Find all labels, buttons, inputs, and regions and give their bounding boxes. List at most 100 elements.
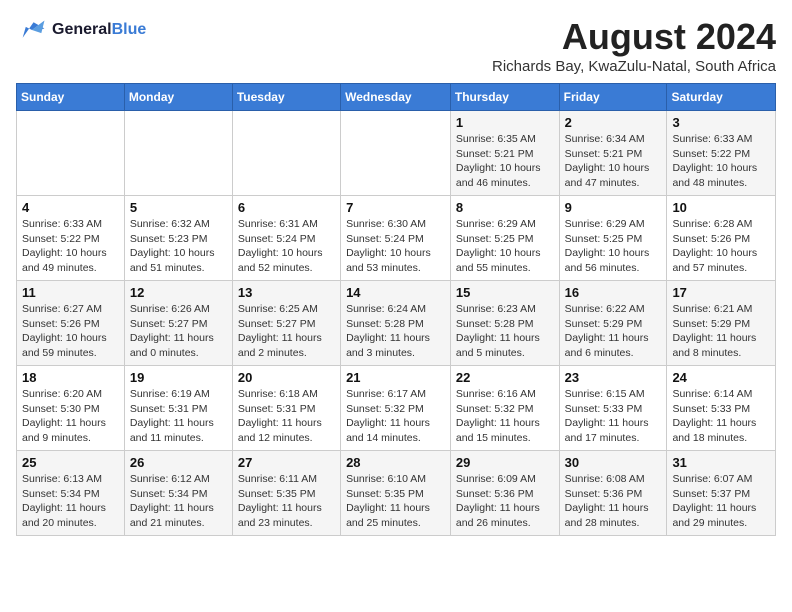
- day-number: 31: [672, 455, 770, 470]
- calendar-cell: 4 Sunrise: 6:33 AM Sunset: 5:22 PM Daylig…: [17, 196, 125, 281]
- header-saturday: Saturday: [667, 84, 776, 111]
- calendar-cell: 5 Sunrise: 6:32 AM Sunset: 5:23 PM Daylig…: [124, 196, 232, 281]
- day-info: Sunrise: 6:29 AM Sunset: 5:25 PM Dayligh…: [456, 217, 554, 276]
- day-number: 18: [22, 370, 119, 385]
- day-info: Sunrise: 6:22 AM Sunset: 5:29 PM Dayligh…: [565, 302, 662, 361]
- calendar-cell: 14 Sunrise: 6:24 AM Sunset: 5:28 PM Dayli…: [341, 281, 451, 366]
- calendar-cell: 8 Sunrise: 6:29 AM Sunset: 5:25 PM Daylig…: [450, 196, 559, 281]
- calendar-header-row: SundayMondayTuesdayWednesdayThursdayFrid…: [17, 84, 776, 111]
- header-monday: Monday: [124, 84, 232, 111]
- calendar-table: SundayMondayTuesdayWednesdayThursdayFrid…: [16, 83, 776, 536]
- calendar-cell: [124, 111, 232, 196]
- calendar-week-2: 11Sunrise: 6:27 AM Sunset: 5:26 PM Dayli…: [17, 281, 776, 366]
- page-header: GeneralBlue August 2024 Richards Bay, Kw…: [16, 16, 776, 75]
- calendar-cell: 30 Sunrise: 6:08 AM Sunset: 5:36 PM Dayli…: [559, 451, 667, 536]
- calendar-cell: 9Sunrise: 6:29 AM Sunset: 5:25 PM Daylig…: [559, 196, 667, 281]
- day-number: 26: [130, 455, 227, 470]
- day-number: 13: [238, 285, 335, 300]
- day-info: Sunrise: 6:35 AM Sunset: 5:21 PM Dayligh…: [456, 132, 554, 191]
- day-number: 11: [22, 285, 119, 300]
- day-number: 27: [238, 455, 335, 470]
- calendar-cell: 13 Sunrise: 6:25 AM Sunset: 5:27 PM Dayli…: [232, 281, 340, 366]
- day-number: 30: [565, 455, 662, 470]
- day-info: Sunrise: 6:14 AM Sunset: 5:33 PM Dayligh…: [672, 387, 770, 446]
- calendar-cell: 29 Sunrise: 6:09 AM Sunset: 5:36 PM Dayli…: [450, 451, 559, 536]
- calendar-cell: [341, 111, 451, 196]
- calendar-cell: 16 Sunrise: 6:22 AM Sunset: 5:29 PM Dayli…: [559, 281, 667, 366]
- day-info: Sunrise: 6:26 AM Sunset: 5:27 PM Dayligh…: [130, 302, 227, 361]
- calendar-cell: 10 Sunrise: 6:28 AM Sunset: 5:26 PM Dayli…: [667, 196, 776, 281]
- calendar-cell: 25 Sunrise: 6:13 AM Sunset: 5:34 PM Dayli…: [17, 451, 125, 536]
- day-info: Sunrise: 6:18 AM Sunset: 5:31 PM Dayligh…: [238, 387, 335, 446]
- calendar-cell: 1Sunrise: 6:35 AM Sunset: 5:21 PM Daylig…: [450, 111, 559, 196]
- day-number: 8: [456, 200, 554, 215]
- day-number: 10: [672, 200, 770, 215]
- calendar-cell: 31 Sunrise: 6:07 AM Sunset: 5:37 PM Dayli…: [667, 451, 776, 536]
- header-thursday: Thursday: [450, 84, 559, 111]
- title-block: August 2024 Richards Bay, KwaZulu-Natal,…: [492, 16, 776, 75]
- calendar-cell: 28 Sunrise: 6:10 AM Sunset: 5:35 PM Dayli…: [341, 451, 451, 536]
- day-info: Sunrise: 6:12 AM Sunset: 5:34 PM Dayligh…: [130, 472, 227, 531]
- day-number: 23: [565, 370, 662, 385]
- day-info: Sunrise: 6:15 AM Sunset: 5:33 PM Dayligh…: [565, 387, 662, 446]
- header-wednesday: Wednesday: [341, 84, 451, 111]
- header-sunday: Sunday: [17, 84, 125, 111]
- day-info: Sunrise: 6:23 AM Sunset: 5:28 PM Dayligh…: [456, 302, 554, 361]
- calendar-cell: [232, 111, 340, 196]
- calendar-cell: [17, 111, 125, 196]
- calendar-cell: 15 Sunrise: 6:23 AM Sunset: 5:28 PM Dayli…: [450, 281, 559, 366]
- day-info: Sunrise: 6:30 AM Sunset: 5:24 PM Dayligh…: [346, 217, 445, 276]
- day-number: 2: [565, 115, 662, 130]
- logo-icon: [16, 16, 48, 44]
- header-tuesday: Tuesday: [232, 84, 340, 111]
- day-number: 24: [672, 370, 770, 385]
- location-subtitle: Richards Bay, KwaZulu-Natal, South Afric…: [492, 58, 776, 75]
- day-number: 25: [22, 455, 119, 470]
- day-number: 7: [346, 200, 445, 215]
- day-info: Sunrise: 6:16 AM Sunset: 5:32 PM Dayligh…: [456, 387, 554, 446]
- day-number: 14: [346, 285, 445, 300]
- day-number: 19: [130, 370, 227, 385]
- calendar-cell: 6 Sunrise: 6:31 AM Sunset: 5:24 PM Daylig…: [232, 196, 340, 281]
- calendar-cell: 19 Sunrise: 6:19 AM Sunset: 5:31 PM Dayli…: [124, 366, 232, 451]
- day-info: Sunrise: 6:19 AM Sunset: 5:31 PM Dayligh…: [130, 387, 227, 446]
- calendar-cell: 11Sunrise: 6:27 AM Sunset: 5:26 PM Dayli…: [17, 281, 125, 366]
- calendar-week-3: 18 Sunrise: 6:20 AM Sunset: 5:30 PM Dayli…: [17, 366, 776, 451]
- logo-text: GeneralBlue: [52, 21, 146, 39]
- calendar-cell: 23 Sunrise: 6:15 AM Sunset: 5:33 PM Dayli…: [559, 366, 667, 451]
- day-info: Sunrise: 6:25 AM Sunset: 5:27 PM Dayligh…: [238, 302, 335, 361]
- day-number: 28: [346, 455, 445, 470]
- day-number: 5: [130, 200, 227, 215]
- logo: GeneralBlue: [16, 16, 146, 44]
- day-number: 16: [565, 285, 662, 300]
- calendar-cell: 18 Sunrise: 6:20 AM Sunset: 5:30 PM Dayli…: [17, 366, 125, 451]
- day-info: Sunrise: 6:20 AM Sunset: 5:30 PM Dayligh…: [22, 387, 119, 446]
- calendar-cell: 2Sunrise: 6:34 AM Sunset: 5:21 PM Daylig…: [559, 111, 667, 196]
- day-info: Sunrise: 6:33 AM Sunset: 5:22 PM Dayligh…: [22, 217, 119, 276]
- calendar-cell: 17Sunrise: 6:21 AM Sunset: 5:29 PM Dayli…: [667, 281, 776, 366]
- day-info: Sunrise: 6:08 AM Sunset: 5:36 PM Dayligh…: [565, 472, 662, 531]
- day-info: Sunrise: 6:32 AM Sunset: 5:23 PM Dayligh…: [130, 217, 227, 276]
- day-number: 4: [22, 200, 119, 215]
- day-number: 17: [672, 285, 770, 300]
- calendar-cell: 20Sunrise: 6:18 AM Sunset: 5:31 PM Dayli…: [232, 366, 340, 451]
- day-number: 3: [672, 115, 770, 130]
- day-number: 29: [456, 455, 554, 470]
- day-number: 9: [565, 200, 662, 215]
- day-info: Sunrise: 6:28 AM Sunset: 5:26 PM Dayligh…: [672, 217, 770, 276]
- calendar-cell: 24 Sunrise: 6:14 AM Sunset: 5:33 PM Dayli…: [667, 366, 776, 451]
- calendar-cell: 12Sunrise: 6:26 AM Sunset: 5:27 PM Dayli…: [124, 281, 232, 366]
- day-info: Sunrise: 6:17 AM Sunset: 5:32 PM Dayligh…: [346, 387, 445, 446]
- calendar-cell: 21Sunrise: 6:17 AM Sunset: 5:32 PM Dayli…: [341, 366, 451, 451]
- day-info: Sunrise: 6:31 AM Sunset: 5:24 PM Dayligh…: [238, 217, 335, 276]
- day-number: 15: [456, 285, 554, 300]
- day-info: Sunrise: 6:10 AM Sunset: 5:35 PM Dayligh…: [346, 472, 445, 531]
- day-number: 22: [456, 370, 554, 385]
- day-info: Sunrise: 6:11 AM Sunset: 5:35 PM Dayligh…: [238, 472, 335, 531]
- day-info: Sunrise: 6:24 AM Sunset: 5:28 PM Dayligh…: [346, 302, 445, 361]
- day-info: Sunrise: 6:09 AM Sunset: 5:36 PM Dayligh…: [456, 472, 554, 531]
- day-info: Sunrise: 6:33 AM Sunset: 5:22 PM Dayligh…: [672, 132, 770, 191]
- day-info: Sunrise: 6:13 AM Sunset: 5:34 PM Dayligh…: [22, 472, 119, 531]
- day-number: 6: [238, 200, 335, 215]
- day-info: Sunrise: 6:07 AM Sunset: 5:37 PM Dayligh…: [672, 472, 770, 531]
